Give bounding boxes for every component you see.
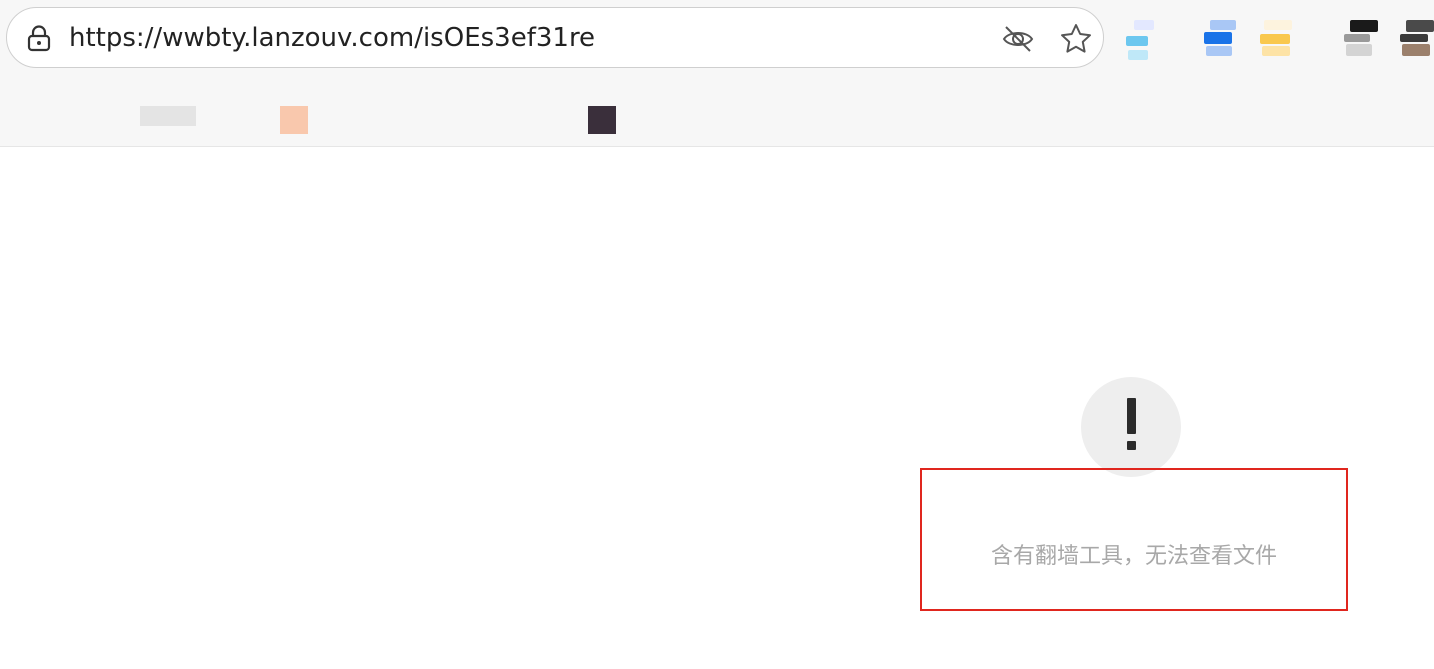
exclamation-bar [1127,398,1136,434]
address-bar[interactable]: https://wwbty.lanzouv.com/isOEs3ef31re [6,7,1104,68]
error-message-box: 含有翻墙工具，无法查看文件 [920,468,1348,611]
exclamation-icon [1081,377,1181,477]
url-text[interactable]: https://wwbty.lanzouv.com/isOEs3ef31re [69,22,595,54]
bookmark-item-1[interactable] [140,106,196,126]
lock-icon [27,25,51,52]
star-icon[interactable] [1059,22,1093,56]
browser-chrome: https://wwbty.lanzouv.com/isOEs3ef31re [0,0,1434,147]
exclamation-dot [1127,441,1136,450]
extension-icon-5[interactable] [1400,18,1434,58]
eye-off-icon[interactable] [1001,22,1035,56]
extension-icon-1[interactable] [1124,18,1158,60]
extension-icon-4[interactable] [1344,18,1378,58]
bookmark-item-2[interactable] [280,106,308,134]
bookmark-item-3[interactable] [588,106,616,134]
extension-icon-2[interactable] [1204,18,1238,58]
error-message: 含有翻墙工具，无法查看文件 [990,544,1277,569]
extension-icon-3[interactable] [1260,18,1294,58]
